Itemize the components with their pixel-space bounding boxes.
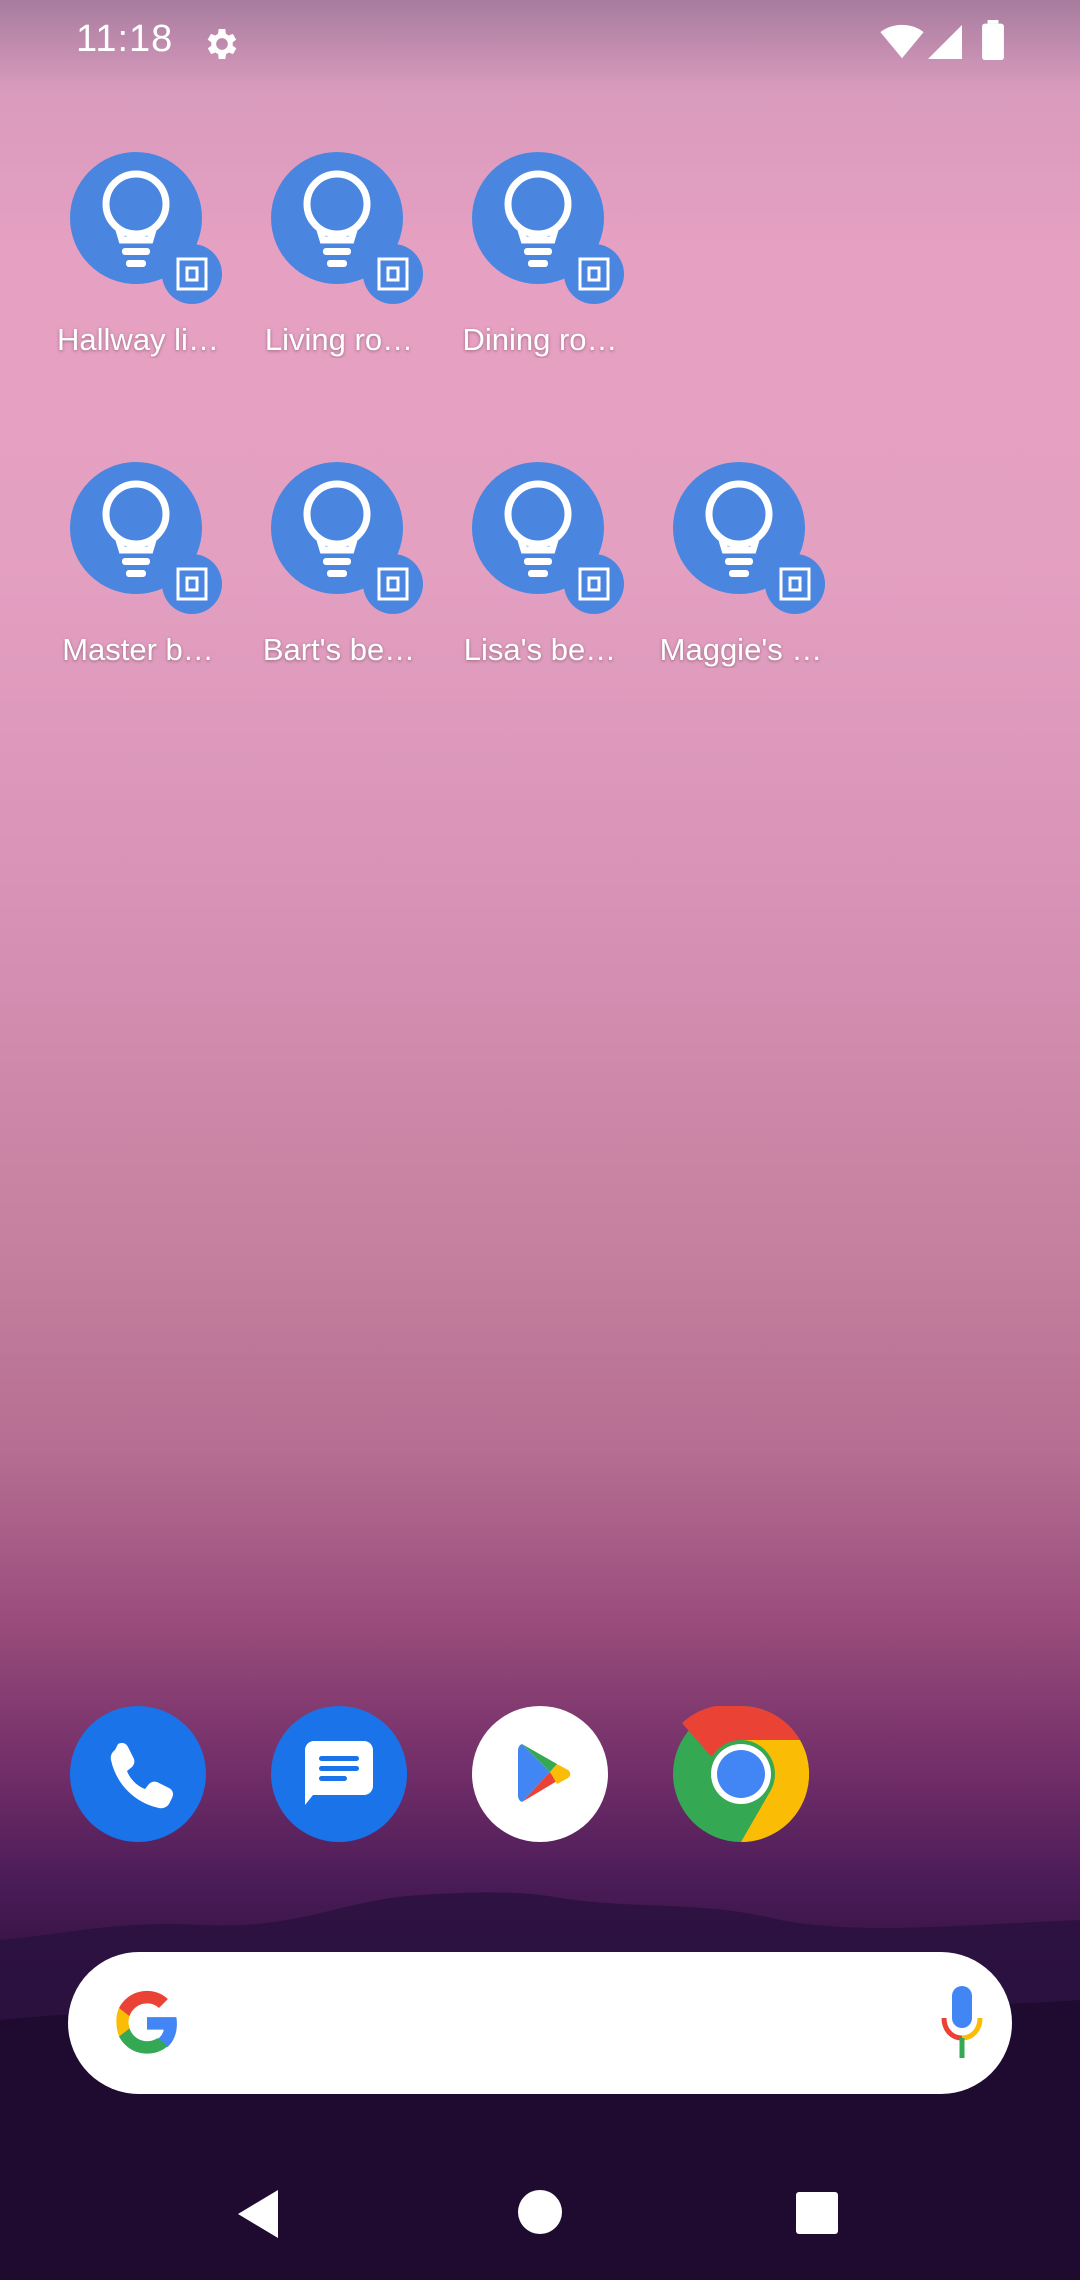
shortcut-label: Living ro… [264,322,414,357]
microphone-icon[interactable] [936,1984,988,2062]
cell-signal-icon [928,25,962,59]
shortcut-lisas-bedroom[interactable]: Lisa's be… [440,462,640,722]
shortcut-maggies-bedroom[interactable]: Maggie's … [641,462,841,722]
light-bulb-shortcut-icon [472,152,624,304]
google-g-icon [116,1990,177,2054]
shortcut-label: Hallway li… [57,322,219,357]
phone-icon [70,1706,206,1842]
messages-icon [271,1706,407,1842]
shortcut-label: Bart's be… [262,632,416,667]
messages-app[interactable] [271,1706,407,1842]
wifi-icon [880,24,924,59]
play-store-icon [472,1706,608,1842]
recents-icon[interactable] [796,2192,838,2234]
status-bar: 11:18 [0,0,1080,88]
shortcut-dining-room[interactable]: Dining ro… [440,152,640,412]
google-search-bar[interactable] [68,1952,1012,2094]
shortcut-living-room[interactable]: Living ro… [239,152,439,412]
battery-icon [982,20,1004,60]
shortcut-master-bedroom[interactable]: Master b… [38,462,238,722]
light-bulb-shortcut-icon [70,462,222,614]
shortcut-barts-bedroom[interactable]: Bart's be… [239,462,439,722]
chrome-app[interactable] [673,1706,809,1842]
play-store-app[interactable] [472,1706,608,1842]
shortcut-label: Maggie's … [659,632,823,667]
phone-app[interactable] [70,1706,206,1842]
shortcut-label: Lisa's be… [463,632,617,667]
shortcut-hallway-light[interactable]: Hallway li… [38,152,238,412]
settings-icon [207,29,237,59]
home-icon[interactable] [518,2190,562,2234]
shortcut-label: Master b… [62,632,214,667]
light-bulb-shortcut-icon [271,152,423,304]
light-bulb-shortcut-icon [673,462,825,614]
chrome-icon [673,1706,809,1842]
back-icon[interactable] [236,2188,282,2240]
light-bulb-shortcut-icon [472,462,624,614]
light-bulb-shortcut-icon [271,462,423,614]
navigation-bar [0,2160,1080,2280]
status-time: 11:18 [76,18,174,60]
light-bulb-shortcut-icon [70,152,222,304]
shortcut-label: Dining ro… [462,322,618,357]
